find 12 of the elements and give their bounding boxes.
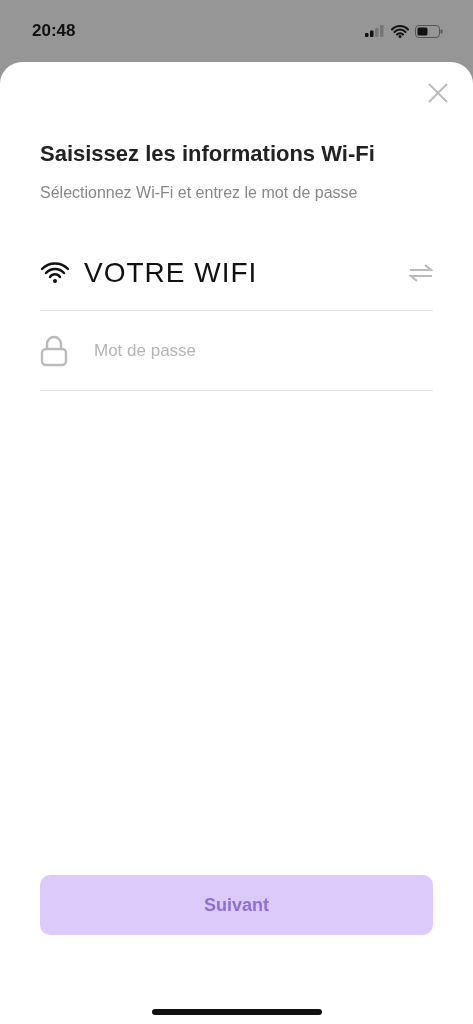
sheet-title: Saisissez les informations Wi-Fi: [40, 140, 375, 168]
wifi-icon: [40, 262, 70, 284]
battery-icon: [415, 24, 443, 38]
wifi-network-name: VOTRE WIFI: [84, 257, 259, 289]
password-field[interactable]: Mot de passe: [92, 339, 433, 362]
close-button[interactable]: [427, 82, 449, 104]
signal-icon: [365, 25, 385, 37]
sheet-subtitle: Sélectionnez Wi-Fi et entrez le mot de passe: [40, 183, 359, 203]
clock-time: 20:48: [32, 21, 76, 41]
swap-arrows-icon[interactable]: [409, 264, 433, 282]
lock-icon: [40, 334, 68, 367]
wifi-icon: [391, 24, 409, 38]
